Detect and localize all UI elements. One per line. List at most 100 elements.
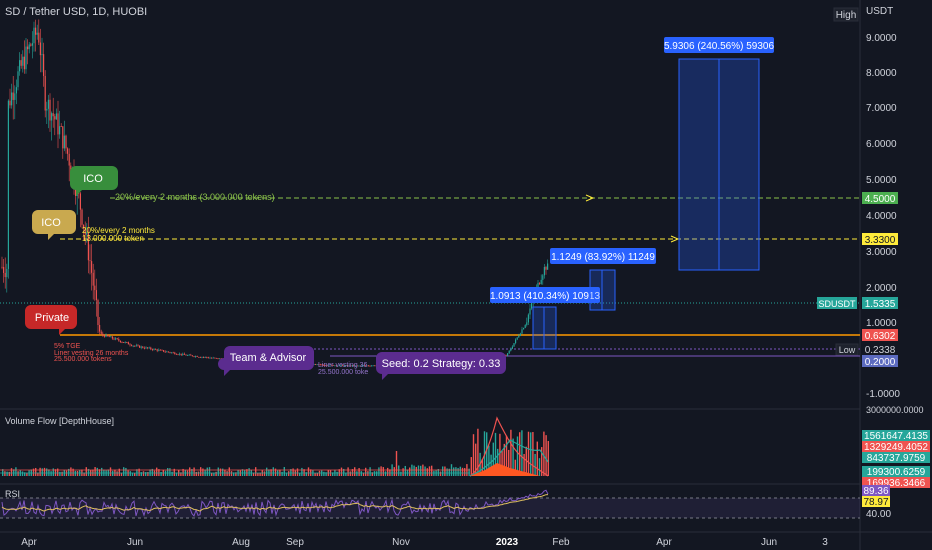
- volume-bar: [85, 467, 87, 476]
- volume-bar: [369, 467, 371, 476]
- volume-bar: [215, 471, 217, 476]
- candle-body: [44, 75, 46, 111]
- svg-text:3.3300: 3.3300: [865, 235, 896, 246]
- candle-body: [33, 27, 35, 44]
- volume-bar: [358, 468, 360, 476]
- candle-body: [11, 92, 13, 106]
- candle-body: [60, 126, 62, 128]
- volume-bar: [17, 471, 19, 476]
- volume-bar: [292, 468, 294, 476]
- price-tick-label: 3.0000: [866, 247, 897, 258]
- svg-text:0.6302: 0.6302: [865, 331, 896, 342]
- candle-body: [177, 354, 179, 356]
- volume-bar: [230, 471, 233, 476]
- volume-bar: [263, 471, 266, 476]
- volume-bar: [21, 471, 24, 476]
- candle-body: [190, 354, 192, 356]
- candle-body: [99, 325, 101, 332]
- svg-text:SDUSDT: SDUSDT: [818, 299, 856, 309]
- candle-body: [31, 43, 33, 46]
- private-note-3: 25.500.000 tokens: [54, 356, 112, 363]
- ico-green-label: ICO: [83, 173, 103, 185]
- price-badge-450: 4.5000: [862, 192, 898, 205]
- candle-body: [135, 345, 137, 347]
- volume-bar: [281, 471, 283, 476]
- volume-bar: [167, 468, 169, 476]
- chart-canvas[interactable]: SD / Tether USD, 1D, HUOBI High USDT 9.0…: [0, 0, 932, 550]
- measure-box-2-label: 1.1249 (83.92%) 11249: [551, 252, 655, 263]
- candle-body: [105, 334, 107, 337]
- candle-body: [156, 349, 158, 351]
- volume-bar: [420, 465, 422, 476]
- candle-body: [169, 352, 171, 353]
- volume-bar: [15, 467, 17, 476]
- candle-body: [3, 267, 5, 273]
- candle-body: [27, 46, 29, 50]
- candle-body: [529, 308, 531, 315]
- volume-bar: [116, 471, 118, 476]
- currency-label: USDT: [866, 6, 893, 17]
- volume-bar: [395, 451, 398, 476]
- volume-bar: [189, 467, 191, 476]
- time-tick-label: 3: [822, 537, 828, 548]
- candle-body: [153, 348, 155, 350]
- volume-bar: [376, 471, 378, 476]
- candle-body: [372, 365, 374, 367]
- candle-body: [134, 345, 136, 347]
- candle-body: [7, 100, 9, 269]
- candle-body: [14, 93, 16, 100]
- svg-text:0.2338: 0.2338: [865, 345, 896, 356]
- candle-body: [94, 285, 96, 291]
- candle-body: [115, 338, 117, 340]
- candle-body: [147, 347, 149, 349]
- volume-bar: [59, 471, 61, 476]
- volume-bar: [404, 465, 406, 476]
- rsi-axis-40: 40.00: [866, 509, 891, 520]
- volume-bar: [193, 467, 195, 476]
- candle-body: [139, 345, 141, 348]
- candle-body: [175, 354, 177, 355]
- candle-body: [92, 272, 94, 286]
- measure-box-3[interactable]: 5.9306 (240.56%) 59306: [664, 37, 775, 271]
- candle-body: [121, 342, 123, 343]
- volume-bar: [453, 467, 455, 476]
- candle-body: [219, 358, 221, 360]
- candle-body: [79, 193, 81, 210]
- volume-bar: [169, 468, 171, 476]
- candle-body: [20, 60, 22, 66]
- candle-body: [539, 282, 541, 284]
- volume-bar: [532, 432, 534, 476]
- time-tick-label: Jun: [761, 537, 777, 548]
- candle-body: [516, 337, 518, 340]
- time-tick-label: Feb: [552, 537, 570, 548]
- price-tick-label: 6.0000: [866, 139, 897, 150]
- volume-bar: [160, 471, 162, 476]
- volume-bar: [125, 467, 127, 476]
- candle-body: [140, 346, 142, 348]
- svg-text:1.5335: 1.5335: [865, 299, 896, 310]
- volume-bar: [6, 471, 8, 476]
- candle-body: [545, 267, 547, 270]
- high-badge: High: [833, 7, 859, 22]
- volume-bar: [301, 467, 303, 476]
- volume-bar: [197, 471, 200, 476]
- candle-body: [145, 347, 147, 349]
- volume-bar: [446, 468, 448, 476]
- candle-body: [123, 342, 125, 343]
- volume-value-label: 199300.6259: [867, 467, 926, 478]
- candle-body: [164, 351, 166, 353]
- svg-text:4.5000: 4.5000: [865, 194, 896, 205]
- volume-bar: [228, 467, 230, 476]
- candle-body: [209, 357, 211, 359]
- measure-box-1-label: 1.0913 (410.34%) 10913: [490, 291, 601, 302]
- volume-bar: [288, 471, 290, 476]
- volume-bar: [123, 467, 125, 476]
- volume-value-label: 1329249.4052: [864, 442, 928, 453]
- volume-bar: [208, 467, 211, 476]
- candle-body: [116, 338, 118, 340]
- volume-bar: [536, 441, 538, 476]
- candle-body: [199, 357, 201, 358]
- volume-bar: [336, 471, 338, 476]
- candle-body: [151, 349, 153, 350]
- volume-bar: [156, 467, 158, 476]
